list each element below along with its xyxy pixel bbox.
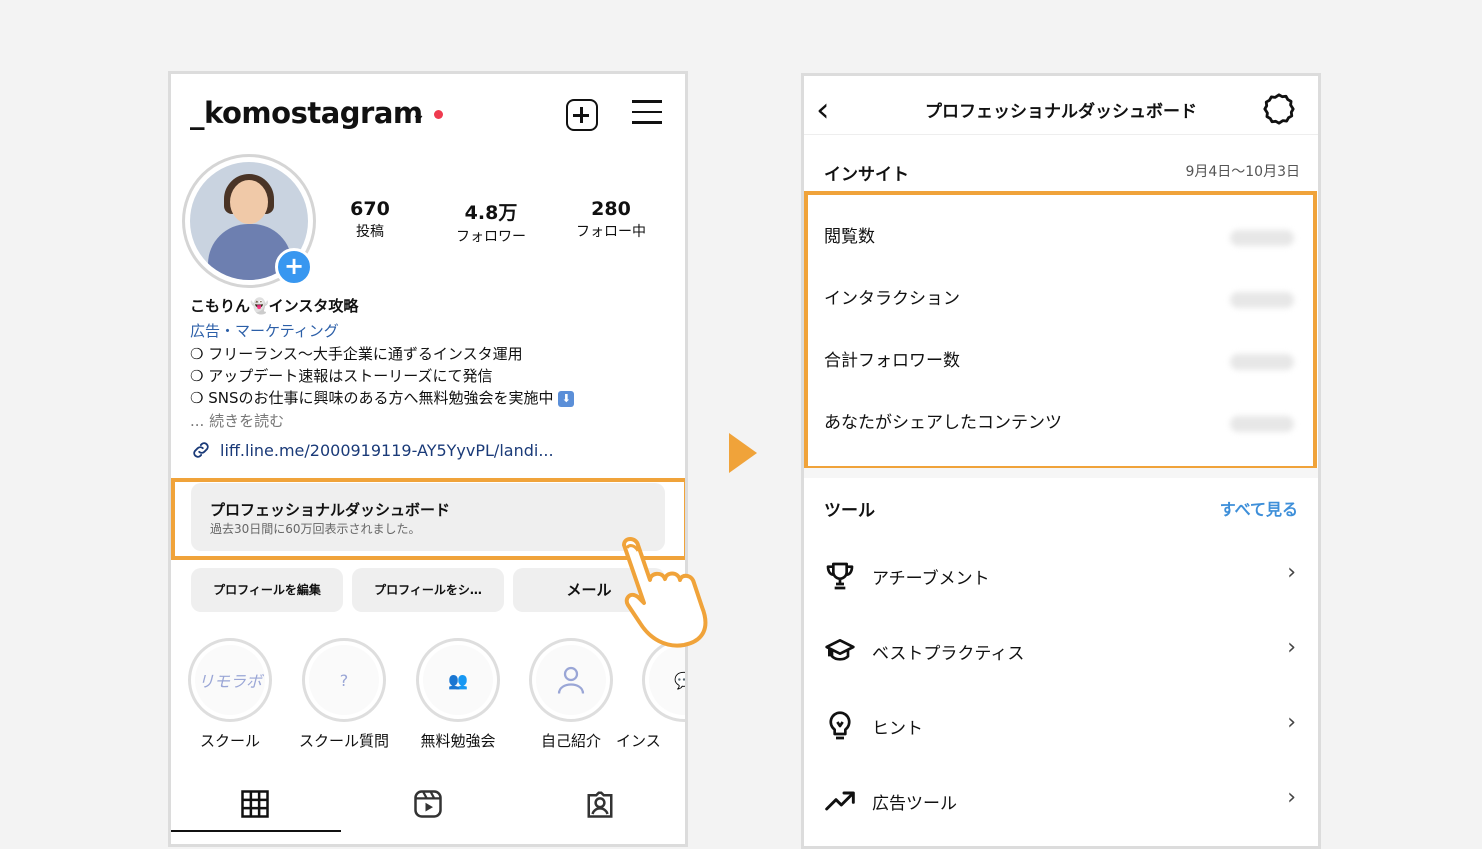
tool-label: 広告ツール	[872, 793, 957, 814]
bio-line: ❍ フリーランス〜大手企業に通ずるインスタ運用	[190, 345, 523, 363]
highlight-school-logo: リモラボ	[195, 645, 265, 715]
read-more-link[interactable]: ... 続きを読む	[190, 410, 284, 431]
chevron-right-icon: ›	[1287, 785, 1296, 810]
tool-achievements[interactable]: アチーブメント	[824, 560, 990, 592]
trophy-icon	[826, 562, 854, 590]
active-tab-indicator	[171, 830, 341, 832]
tool-label: ヒント	[872, 718, 923, 739]
date-range: 9月4日〜10月3日	[1185, 164, 1300, 180]
link-icon	[193, 442, 209, 458]
header-divider	[804, 134, 1318, 135]
person-icon	[557, 666, 585, 694]
stat-following-count: 280	[591, 198, 631, 220]
stat-followers-count: 4.8万	[464, 202, 518, 224]
chat-icon: 💬	[649, 645, 685, 715]
reels-icon[interactable]	[413, 789, 443, 819]
story-highlight-questions[interactable]: ?	[302, 638, 386, 722]
insights-heading: インサイト	[824, 165, 909, 185]
tool-label: アチーブメント	[872, 568, 990, 589]
pointing-hand-icon	[622, 537, 708, 648]
stat-posts[interactable]: 670 投稿	[320, 198, 420, 241]
next-arrow-icon	[729, 433, 757, 473]
stat-following[interactable]: 280 フォロー中	[561, 198, 661, 241]
profile-link[interactable]: liff.line.me/2000919119-AY5YyvPL/landi..…	[190, 439, 554, 461]
bio-line: ❍ SNSのお仕事に興味のある方へ無料勉強会を実施中	[190, 389, 554, 407]
graduation-cap-icon	[825, 639, 855, 661]
chevron-down-icon[interactable]: ⌄	[411, 104, 426, 125]
story-highlight-study[interactable]: 👥	[416, 638, 500, 722]
dashboard-screen: ‹ プロフェッショナルダッシュボード インサイト 9月4日〜10月3日 閲覧数 …	[801, 73, 1321, 849]
tool-best-practices[interactable]: ベストプラクティス	[824, 635, 1024, 667]
stat-following-label: フォロー中	[576, 224, 646, 240]
username[interactable]: _komostagram	[190, 96, 423, 130]
grid-icon[interactable]	[240, 789, 270, 819]
bio-name: こもりん👻インスタ攻略	[190, 297, 359, 315]
lightbulb-icon	[829, 711, 851, 740]
bio-line: ❍ アップデート速報はストーリーズにて発信	[190, 367, 493, 385]
highlight-label: 無料勉強会	[420, 732, 496, 750]
story-highlight-school[interactable]: リモラボ	[188, 638, 272, 722]
people-icon: 👥	[423, 645, 493, 715]
add-story-icon[interactable]: +	[275, 248, 313, 286]
tool-label: ベストプラクティス	[872, 643, 1025, 664]
highlight-label: 自己紹介	[540, 732, 601, 750]
tool-tips[interactable]: ヒント	[824, 710, 923, 742]
highlight-label: スクール	[199, 732, 260, 750]
chevron-right-icon: ›	[1287, 635, 1296, 660]
stat-followers[interactable]: 4.8万 フォロワー	[441, 198, 541, 246]
story-highlight-insta[interactable]: 💬	[642, 638, 685, 722]
chevron-right-icon: ›	[1287, 560, 1296, 585]
story-highlight-intro[interactable]	[529, 638, 613, 722]
stat-posts-count: 670	[350, 198, 390, 220]
gear-icon[interactable]	[1262, 92, 1296, 126]
question-icon: ?	[309, 645, 379, 715]
arrow-down-box-icon: ⬇	[558, 390, 575, 407]
see-all-link[interactable]: すべて見る	[1220, 496, 1298, 520]
notification-dot	[434, 110, 443, 119]
highlight-box	[171, 478, 685, 560]
tagged-icon[interactable]	[585, 789, 615, 819]
tools-heading: ツール	[824, 501, 875, 521]
tool-ad-tools[interactable]: 広告ツール	[824, 785, 957, 817]
profile-screen: _komostagram ⌄ + 670 投稿 4.8万 フォロワー 280 フ…	[168, 71, 688, 847]
profile-link-text: liff.line.me/2000919119-AY5YyvPL/landi..…	[220, 440, 554, 460]
highlight-label: スクール質問	[298, 732, 389, 750]
chevron-right-icon: ›	[1287, 710, 1296, 735]
page-title: プロフェッショナルダッシュボード	[925, 102, 1197, 122]
bio-line-3: ❍ SNSのお仕事に興味のある方へ無料勉強会を実施中 ⬇	[190, 387, 575, 408]
create-post-icon[interactable]	[566, 99, 598, 131]
edit-profile-button[interactable]: プロフィールを編集	[191, 568, 343, 612]
menu-icon[interactable]	[632, 100, 662, 124]
bio-category: 広告・マーケティング	[190, 322, 339, 340]
trending-up-icon	[825, 791, 855, 811]
highlight-label: インス	[616, 732, 661, 750]
highlight-box	[804, 191, 1317, 470]
share-profile-button[interactable]: プロフィールをシ…	[352, 568, 504, 612]
section-divider	[804, 468, 1318, 478]
stat-followers-label: フォロワー	[456, 229, 526, 245]
stat-posts-label: 投稿	[356, 224, 384, 240]
